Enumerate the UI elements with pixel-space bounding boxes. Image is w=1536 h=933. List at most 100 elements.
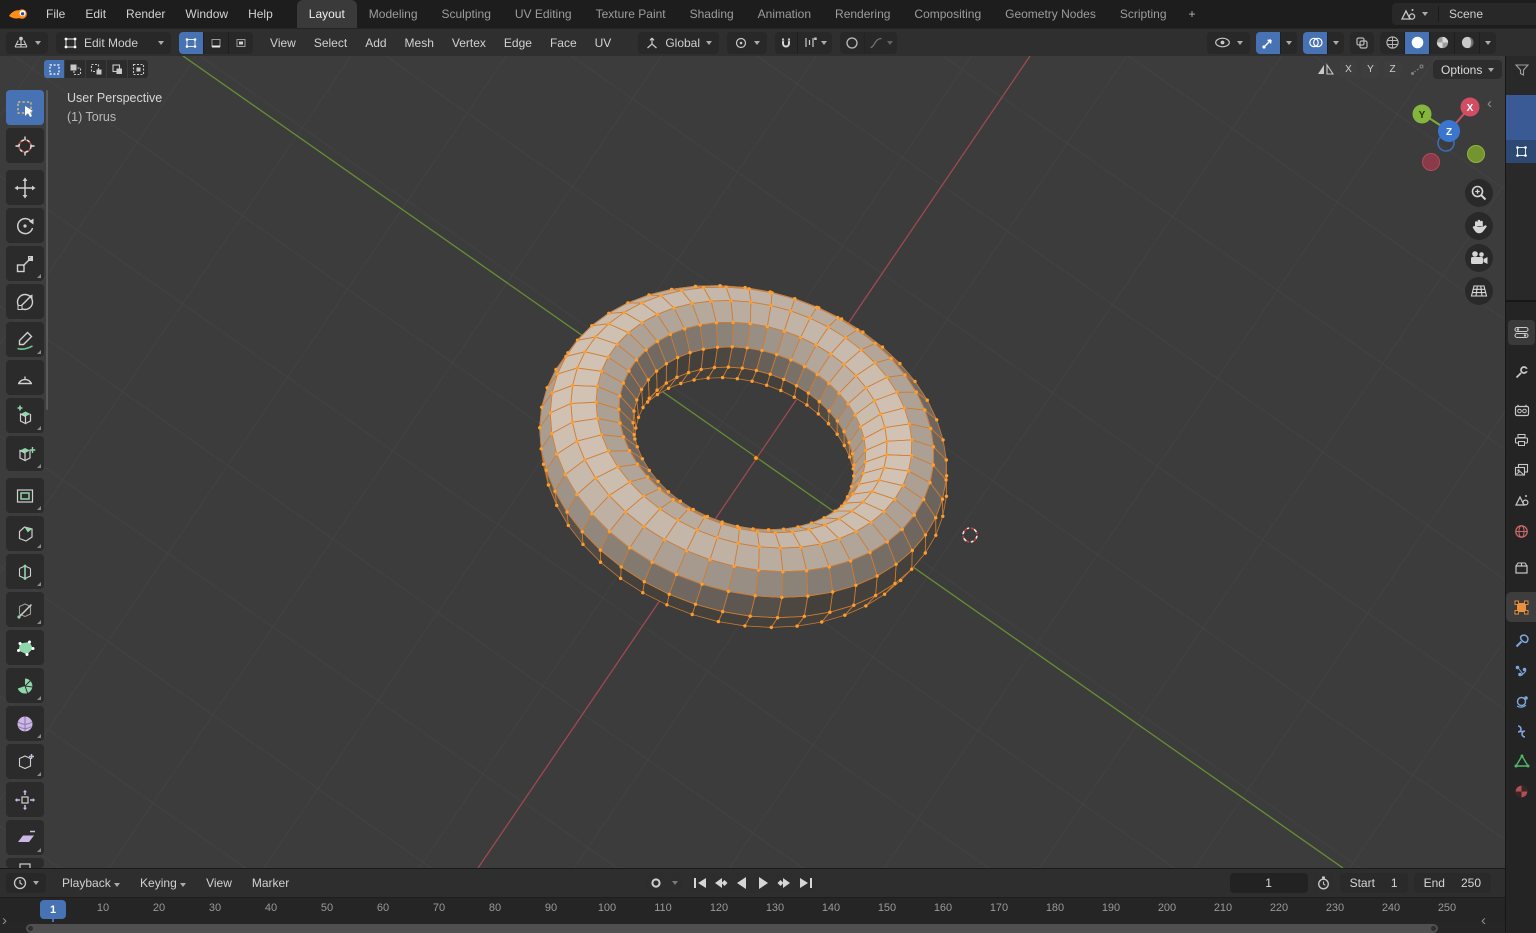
jump-start-icon[interactable] — [690, 873, 710, 893]
grid-ortho-icon[interactable] — [1465, 277, 1493, 305]
timeline-right-arrow[interactable]: ‹ — [1481, 913, 1486, 928]
tab-compositing[interactable]: Compositing — [902, 0, 993, 28]
sidebar-collapse-arrow[interactable]: ‹ — [1487, 96, 1492, 111]
tab-constraints[interactable] — [1506, 717, 1536, 745]
add-workspace-button[interactable]: + — [1179, 0, 1206, 28]
navigation-gizmo[interactable]: Z X Y — [1404, 86, 1496, 178]
mirror-z-toggle[interactable]: Z — [1384, 61, 1401, 78]
tool-scale[interactable] — [6, 246, 44, 281]
timeline-scrollbar-handle[interactable] — [26, 924, 1438, 933]
tab-uv-editing[interactable]: UV Editing — [503, 0, 584, 28]
tool-move[interactable] — [6, 170, 44, 205]
blender-logo-icon[interactable] — [8, 6, 30, 22]
menu-render[interactable]: Render — [116, 0, 175, 28]
toolbar-scrollbar[interactable] — [46, 90, 48, 410]
tab-modifiers[interactable] — [1506, 627, 1536, 655]
tool-transform[interactable] — [6, 284, 44, 319]
wireframe-shading-icon[interactable] — [1380, 32, 1404, 54]
timeline-editor-type-button[interactable] — [6, 873, 46, 893]
tab-object-data[interactable] — [1506, 747, 1536, 775]
scene-selector[interactable]: Scene — [1392, 3, 1536, 25]
record-icon[interactable] — [646, 873, 666, 893]
shading-dropdown[interactable] — [1479, 32, 1496, 54]
menu-tl-view[interactable]: View — [196, 869, 242, 897]
tool-measure[interactable] — [6, 360, 44, 395]
menu-view[interactable]: View — [261, 32, 305, 54]
timeline-scrollbar[interactable] — [0, 922, 1505, 933]
tool-spin[interactable] — [6, 668, 44, 703]
properties-editor-button[interactable] — [1508, 320, 1535, 345]
torus-mesh[interactable] — [538, 284, 948, 629]
tab-tool[interactable] — [1506, 358, 1536, 386]
tool-shrink-fatten[interactable] — [6, 782, 44, 817]
proportional-snap-icon[interactable] — [1409, 63, 1425, 77]
set-icon[interactable] — [44, 60, 64, 78]
outliner-mesh-data-row[interactable] — [1506, 140, 1536, 163]
pivot-point-dropdown[interactable] — [727, 32, 767, 54]
jump-end-icon[interactable] — [795, 873, 815, 893]
tab-object[interactable] — [1506, 592, 1536, 622]
play-reverse-icon[interactable] — [732, 873, 752, 893]
menu-uv[interactable]: UV — [586, 32, 621, 54]
filter-icon[interactable] — [1515, 64, 1529, 76]
tab-world[interactable] — [1506, 517, 1536, 545]
tool-rip-region[interactable] — [6, 858, 44, 868]
subtract-icon[interactable] — [86, 60, 106, 78]
tool-rotate[interactable] — [6, 208, 44, 243]
tool-shear[interactable] — [6, 820, 44, 855]
current-frame-field[interactable]: 1 — [1230, 873, 1308, 893]
mode-dropdown[interactable]: Edit Mode — [56, 32, 171, 54]
tool-add-cube[interactable] — [6, 398, 44, 433]
mirror-x-toggle[interactable]: X — [1340, 61, 1357, 78]
rendered-shading-icon[interactable] — [1454, 32, 1479, 54]
3d-viewport[interactable]: X Y Z Options User Perspective (1) Torus… — [0, 56, 1505, 868]
start-frame-field[interactable]: Start 1 — [1340, 873, 1408, 893]
mirror-y-toggle[interactable]: Y — [1362, 61, 1379, 78]
playhead-badge[interactable]: 1 — [40, 900, 66, 919]
tab-animation[interactable]: Animation — [746, 0, 823, 28]
tab-shading[interactable]: Shading — [678, 0, 746, 28]
menu-face[interactable]: Face — [541, 32, 586, 54]
solid-shading-icon[interactable] — [1404, 32, 1429, 54]
tool-loop-cut[interactable] — [6, 554, 44, 589]
menu-edge[interactable]: Edge — [495, 32, 541, 54]
menu-window[interactable]: Window — [175, 0, 238, 28]
3d-cursor[interactable] — [959, 524, 981, 546]
gizmo-neg-x[interactable] — [1423, 154, 1440, 171]
next-keyframe-icon[interactable] — [774, 873, 794, 893]
menu-edit[interactable]: Edit — [75, 0, 116, 28]
tab-physics[interactable] — [1506, 687, 1536, 715]
gizmo-dropdown[interactable] — [1280, 32, 1297, 54]
record-dropdown[interactable] — [667, 873, 682, 893]
end-frame-field[interactable]: End 250 — [1414, 873, 1491, 893]
tab-render[interactable] — [1506, 396, 1536, 424]
tool-knife[interactable] — [6, 592, 44, 627]
snap-with-dropdown[interactable] — [797, 32, 832, 54]
tab-particles[interactable] — [1506, 657, 1536, 685]
tool-inset-faces[interactable] — [6, 478, 44, 513]
menu-select[interactable]: Select — [305, 32, 356, 54]
xray-icon[interactable] — [1350, 32, 1374, 54]
tab-modeling[interactable]: Modeling — [357, 0, 430, 28]
tab-sculpting[interactable]: Sculpting — [430, 0, 503, 28]
editor-type-button[interactable] — [6, 32, 48, 54]
tab-scene[interactable] — [1506, 486, 1536, 514]
tab-texture-paint[interactable]: Texture Paint — [584, 0, 678, 28]
tab-rendering[interactable]: Rendering — [823, 0, 902, 28]
menu-keying[interactable]: Keying — [130, 869, 196, 897]
panel-divider[interactable] — [1506, 300, 1536, 302]
play-icon[interactable] — [753, 873, 773, 893]
tool-cursor[interactable] — [6, 128, 44, 163]
zoom-icon[interactable] — [1465, 179, 1493, 207]
tool-smooth[interactable] — [6, 706, 44, 741]
magnet-icon[interactable] — [775, 32, 797, 54]
tab-scripting[interactable]: Scripting — [1108, 0, 1179, 28]
timeline-left-arrow[interactable]: › — [2, 913, 7, 928]
scrollbar-left-grip[interactable] — [28, 926, 33, 931]
extend-icon[interactable] — [65, 60, 85, 78]
menu-file[interactable]: File — [36, 0, 75, 28]
outliner-selected-object-row[interactable] — [1506, 95, 1536, 140]
falloff-dropdown[interactable] — [864, 32, 897, 54]
tool-edge-slide[interactable] — [6, 744, 44, 779]
gizmo-icon[interactable] — [1256, 32, 1280, 54]
